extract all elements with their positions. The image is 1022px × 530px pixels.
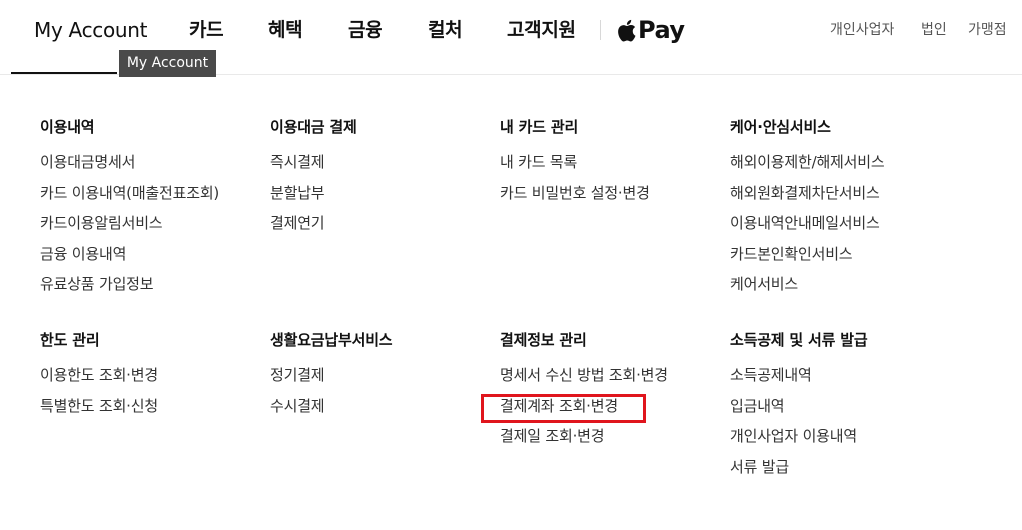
nav-apple-pay[interactable]: Pay xyxy=(617,16,685,44)
menu-link[interactable]: 이용한도 조회·변경 xyxy=(40,365,158,385)
menu-group-my-card: 내 카드 관리 내 카드 목록 카드 비밀번호 설정·변경 xyxy=(500,117,650,213)
menu-link-payment-account[interactable]: 결제계좌 조회·변경 xyxy=(500,396,668,416)
menu-link[interactable]: 명세서 수신 방법 조회·변경 xyxy=(500,365,668,385)
menu-link[interactable]: 내 카드 목록 xyxy=(500,152,650,172)
nav-my-account[interactable]: My Account xyxy=(34,18,148,42)
util-link-individual-business[interactable]: 개인사업자 xyxy=(830,21,894,39)
menu-group-tax-documents: 소득공제 및 서류 발급 소득공제내역 입금내역 개인사업자 이용내역 서류 발… xyxy=(730,330,868,487)
nav-tab-finance[interactable]: 금융 xyxy=(348,18,383,42)
menu-link[interactable]: 입금내역 xyxy=(730,396,867,416)
group-title: 생활요금납부서비스 xyxy=(270,331,393,349)
nav-tab-culture[interactable]: 컬처 xyxy=(428,18,463,42)
menu-group-payment-info: 결제정보 관리 명세서 수신 방법 조회·변경 결제계좌 조회·변경 결제일 조… xyxy=(500,330,668,457)
menu-link[interactable]: 분할납부 xyxy=(270,183,357,203)
group-title: 한도 관리 xyxy=(40,331,100,349)
menu-link[interactable]: 소득공제내역 xyxy=(730,365,867,385)
nav-tab-benefit[interactable]: 혜택 xyxy=(268,18,303,42)
menu-group-utility-bills: 생활요금납부서비스 정기결제 수시결제 xyxy=(270,330,393,426)
apple-pay-label: Pay xyxy=(638,16,685,44)
menu-link[interactable]: 특별한도 조회·신청 xyxy=(40,396,158,416)
menu-link[interactable]: 결제일 조회·변경 xyxy=(500,426,668,446)
nav-tab-card[interactable]: 카드 xyxy=(189,18,224,42)
group-title: 케어·안심서비스 xyxy=(730,118,831,136)
nav-divider xyxy=(600,20,601,40)
menu-group-limit: 한도 관리 이용한도 조회·변경 특별한도 조회·신청 xyxy=(40,330,158,426)
menu-link[interactable]: 정기결제 xyxy=(270,365,392,385)
apple-icon xyxy=(617,19,636,42)
menu-link[interactable]: 이용내역안내메일서비스 xyxy=(730,213,884,233)
menu-link[interactable]: 카드이용알림서비스 xyxy=(40,213,219,233)
menu-link[interactable]: 서류 발급 xyxy=(730,457,867,477)
menu-group-care-service: 케어·안심서비스 해외이용제한/해제서비스 해외원화결제차단서비스 이용내역안내… xyxy=(730,117,885,305)
group-title: 내 카드 관리 xyxy=(500,118,579,136)
menu-link[interactable]: 해외이용제한/해제서비스 xyxy=(730,152,885,172)
nav-tab-support[interactable]: 고객지원 xyxy=(507,18,576,42)
menu-link[interactable]: 개인사업자 이용내역 xyxy=(730,426,867,446)
menu-group-usage-history: 이용내역 이용대금명세서 카드 이용내역(매출전표조회) 카드이용알림서비스 금… xyxy=(40,117,219,305)
tooltip: My Account xyxy=(119,50,216,77)
util-link-merchant[interactable]: 가맹점 xyxy=(968,21,1007,39)
menu-link[interactable]: 케어서비스 xyxy=(730,274,884,294)
group-title: 이용대금 결제 xyxy=(270,118,357,136)
active-tab-underline xyxy=(11,72,117,74)
group-title: 이용내역 xyxy=(40,118,95,136)
menu-link[interactable]: 금융 이용내역 xyxy=(40,244,219,264)
menu-link[interactable]: 즉시결제 xyxy=(270,152,357,172)
menu-link[interactable]: 카드 이용내역(매출전표조회) xyxy=(40,183,219,203)
menu-link[interactable]: 유료상품 가입정보 xyxy=(40,274,219,294)
menu-link[interactable]: 결제연기 xyxy=(270,213,357,233)
menu-link[interactable]: 해외원화결제차단서비스 xyxy=(730,183,884,203)
menu-link[interactable]: 수시결제 xyxy=(270,396,392,416)
menu-link[interactable]: 카드본인확인서비스 xyxy=(730,244,884,264)
util-link-corporate[interactable]: 법인 xyxy=(921,21,947,39)
menu-group-payment: 이용대금 결제 즉시결제 분할납부 결제연기 xyxy=(270,117,357,244)
menu-link[interactable]: 이용대금명세서 xyxy=(40,152,219,172)
menu-link[interactable]: 카드 비밀번호 설정·변경 xyxy=(500,183,650,203)
group-title: 소득공제 및 서류 발급 xyxy=(730,331,868,349)
group-title: 결제정보 관리 xyxy=(500,331,587,349)
